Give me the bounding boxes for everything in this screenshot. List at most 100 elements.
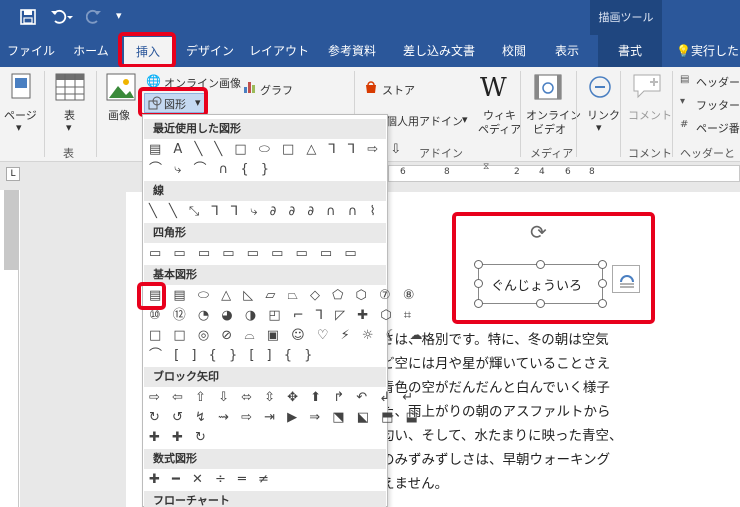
basic-shapes-row[interactable]: ⌒ [ ] { } [ ] { } — [149, 347, 316, 365]
ribbon-tabs: ファイル ホーム 挿入 デザイン レイアウト 参考資料 差し込み文書 校閲 表示… — [0, 35, 740, 67]
category-lines: 線 — [144, 181, 386, 201]
category-block-arrows: ブロック矢印 — [144, 367, 386, 387]
text-box[interactable]: ぐんじょういろ — [478, 264, 603, 304]
customize-qat-icon[interactable]: ▾ — [116, 9, 122, 22]
chevron-down-icon: ▾ — [596, 121, 602, 134]
equation-shapes-row[interactable]: ✚ ━ ✕ ÷ ═ ≠ — [149, 471, 273, 489]
comment-group-label: コメント — [628, 147, 672, 160]
shapes-gallery: 最近使用した図形 ▤ A ╲ ╲ □ ⬭ □ △ ⅂ ⅂ ⇨ ⇩ ⌒ ⤷ ⌒ ∩… — [142, 114, 422, 507]
comment-icon — [632, 73, 662, 102]
tab-selector[interactable]: L — [6, 167, 20, 181]
resize-handle[interactable] — [474, 279, 483, 288]
rotate-handle-icon[interactable]: ⟳ — [530, 220, 547, 244]
tab-mailings[interactable]: 差し込み文書 — [394, 35, 484, 67]
link-button[interactable]: リンク — [587, 107, 620, 123]
tab-design[interactable]: デザイン — [180, 35, 240, 67]
ruler-number: 2 — [514, 167, 520, 177]
page-number-icon: # — [680, 119, 689, 130]
link-icon — [588, 74, 612, 103]
indent-marker-icon[interactable]: ⧖ — [483, 162, 489, 172]
doc-text-line: 匂い、そして、水たまりに映った青空、 — [381, 428, 623, 444]
doc-text-line: ど空には月や星が輝いていることさえ — [381, 356, 611, 372]
header-button[interactable]: ヘッダー — [696, 74, 740, 90]
redo-icon[interactable] — [85, 9, 102, 29]
my-addins-button[interactable]: 個人用アドイン — [386, 113, 463, 129]
shapes-button-highlight — [138, 87, 208, 117]
divider — [672, 71, 673, 157]
tab-layout[interactable]: レイアウト — [248, 35, 310, 67]
picture-button[interactable]: 画像 — [108, 107, 130, 123]
table-icon — [55, 73, 85, 104]
online-video-icon — [534, 74, 562, 103]
divider — [44, 71, 45, 157]
footer-button[interactable]: フッター — [696, 97, 740, 113]
lightbulb-icon: 💡 — [676, 44, 691, 58]
undo-icon[interactable] — [50, 9, 74, 29]
resize-handle[interactable] — [598, 279, 607, 288]
tab-file[interactable]: ファイル — [4, 35, 58, 67]
chevron-down-icon: ▾ — [66, 121, 72, 134]
tab-review[interactable]: 校閲 — [492, 35, 536, 67]
online-video-label-2[interactable]: ビデオ — [533, 121, 566, 137]
media-group-label: メディア — [530, 147, 574, 160]
recent-shapes-row[interactable]: ▤ A ╲ ╲ □ ⬭ □ △ ⅂ ⅂ ⇨ ⇩ — [149, 141, 405, 159]
resize-handle[interactable] — [474, 260, 483, 269]
layout-options-button[interactable] — [612, 265, 640, 293]
resize-handle[interactable] — [536, 260, 545, 269]
divider — [520, 71, 521, 157]
divider — [96, 71, 97, 157]
addins-group-label: アドイン — [419, 147, 463, 160]
lines-row[interactable]: ╲ ╲ ⤡ ⅂ ⅂ ⤷ ∂ ∂ ∂ ∩ ∩ ⌇ — [149, 203, 380, 221]
picture-icon — [106, 73, 136, 104]
resize-handle[interactable] — [536, 299, 545, 308]
online-picture-icon: 🌐 — [146, 74, 161, 88]
category-recent: 最近使用した図形 — [144, 119, 386, 139]
tool-context-title: 描画ツール — [590, 0, 662, 35]
header-icon: ▤ — [680, 74, 690, 85]
layout-options-icon — [618, 270, 636, 291]
block-arrows-row[interactable]: ⇨ ⇦ ⇧ ⇩ ⬄ ⇳ ✥ ⬆ ↱ ↶ ↲ ↵ — [149, 389, 417, 407]
block-arrows-row[interactable]: ✚ ✚ ↻ — [149, 429, 210, 447]
rectangles-row[interactable]: ▭ ▭ ▭ ▭ ▭ ▭ ▭ ▭ ▭ — [149, 245, 361, 263]
ruler-number: 6 — [400, 167, 406, 177]
text-box-content[interactable]: ぐんじょういろ — [491, 275, 582, 294]
save-icon[interactable] — [20, 9, 36, 29]
resize-handle[interactable] — [598, 299, 607, 308]
ruler-number: 8 — [589, 167, 595, 177]
ruler-number: 4 — [539, 167, 545, 177]
recent-shapes-row[interactable]: ⌒ ⤷ ⌒ ∩ { } — [149, 161, 273, 179]
chart-button[interactable]: グラフ — [260, 82, 293, 98]
divider — [576, 71, 577, 157]
ruler-number: 6 — [565, 167, 571, 177]
basic-shapes-row[interactable]: □ □ ◎ ⊘ ⌓ ▣ ☺ ♡ ⚡ ☼ ☾ ☁ — [149, 327, 426, 345]
chart-icon — [243, 80, 257, 97]
divider — [620, 71, 621, 157]
wikipedia-label-2[interactable]: ペディア — [478, 121, 521, 137]
basic-shapes-row[interactable]: ▤ ▤ ⬭ △ ◺ ▱ ⏢ ◇ ⬠ ⬡ ⑦ ⑧ — [149, 287, 418, 305]
store-button[interactable]: ストア — [382, 82, 415, 98]
ruler-number: 8 — [444, 167, 450, 177]
comment-button[interactable]: コメント — [628, 107, 672, 123]
tell-me-label: 実行した — [690, 44, 739, 58]
tab-view[interactable]: 表示 — [544, 35, 590, 67]
category-equation-shapes: 数式図形 — [144, 449, 386, 469]
wikipedia-icon: W — [480, 73, 507, 103]
basic-shapes-row[interactable]: ⑩ ⑫ ◔ ◕ ◑ ◰ ⌐ ⅂ ◸ ✚ ⬡ ⌗ — [149, 307, 415, 325]
chevron-down-icon: ▾ — [16, 121, 22, 134]
tell-me-box[interactable]: 💡実行した — [670, 35, 740, 67]
tab-home[interactable]: ホーム — [66, 35, 116, 67]
doc-text-line: のみずみずしさは、早朝ウォーキング — [381, 452, 611, 468]
tab-references[interactable]: 参考資料 — [320, 35, 384, 67]
page-icon — [10, 73, 32, 104]
store-icon — [364, 80, 378, 97]
block-arrows-row[interactable]: ↻ ↺ ↯ ⇝ ⇨ ⇥ ▶ ⇒ ⬔ ⬕ ⬒ ⬓ — [149, 409, 422, 427]
resize-handle[interactable] — [598, 260, 607, 269]
horizontal-ruler: 6 8 2 4 6 8 ⧖ — [388, 162, 740, 182]
resize-handle[interactable] — [474, 299, 483, 308]
tab-format[interactable]: 書式 — [598, 35, 662, 67]
vertical-ruler-margin — [4, 190, 19, 270]
page-number-button[interactable]: ページ番 — [696, 120, 740, 136]
category-rectangles: 四角形 — [144, 223, 386, 243]
insert-tab-highlight — [118, 32, 176, 68]
doc-text-line: えません。 — [381, 476, 449, 492]
